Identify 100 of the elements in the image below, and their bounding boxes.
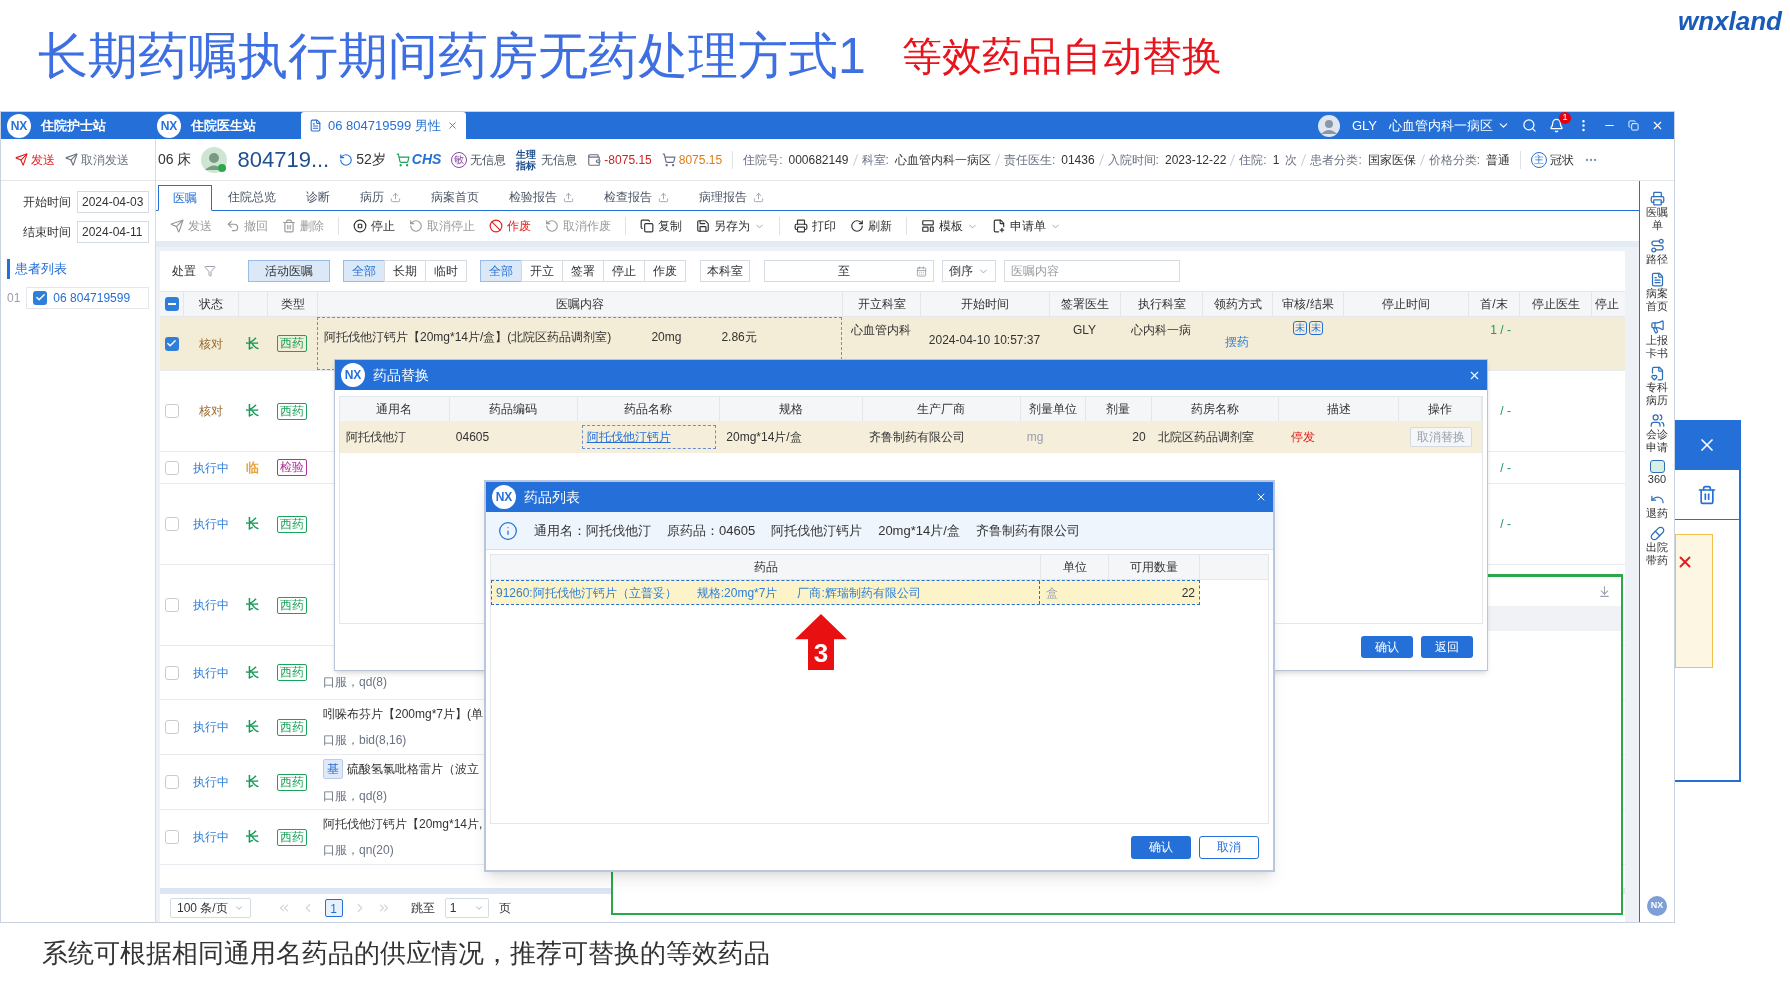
search-icon[interactable] [1522,118,1537,133]
segment-option[interactable]: 签署 [562,260,604,282]
sidebar-button[interactable]: 医嘱单 [1643,191,1671,232]
segment-option[interactable]: 开立 [521,260,563,282]
user-name: GLY [1351,116,1377,135]
term-text: 长 [246,596,259,615]
restore-icon[interactable] [1628,120,1639,131]
export-icon[interactable] [753,191,764,203]
info-label: 患者分类: [1310,151,1362,169]
filter-icon[interactable] [204,265,216,277]
checkbox[interactable] [164,404,179,418]
tab[interactable]: 病历 [346,184,415,210]
info-text: 齐鲁制药有限公司 [975,521,1080,540]
sort-select[interactable]: 倒序 [942,260,996,282]
checkbox[interactable] [164,598,179,612]
toolbar-button[interactable]: 模板 [921,217,978,235]
segment-option[interactable]: 临时 [425,260,467,282]
patient-age: 52岁 [356,150,386,169]
type-tag: 西药 [277,335,307,352]
tab[interactable]: 住院总览 [214,184,290,210]
export-icon[interactable] [390,191,401,203]
toolbar-button[interactable]: 停止 [353,217,395,235]
app-name[interactable]: 住院护士站 [41,115,106,136]
sidebar-button[interactable]: 出院带药 [1643,526,1671,567]
info-value: 国家医保 [1367,151,1416,169]
table-row[interactable]: 91260:阿托伐他汀钙片（立普妥） 规格:20mg*7片 厂商:辉瑞制药有限公司 盒 22 [491,580,1200,605]
export-icon[interactable] [658,191,669,203]
table-cell-text: mg [1026,429,1044,446]
toolbar-button[interactable]: 打印 [794,217,836,235]
close-icon[interactable] [1255,491,1267,503]
dialog-button[interactable]: 确认 [1131,835,1191,859]
date-range-field[interactable]: 至 [764,260,934,282]
send-action[interactable]: 取消发送 [65,150,129,169]
checkbox[interactable] [164,720,179,734]
segment-option[interactable]: 全部 [480,260,522,282]
checkbox[interactable] [164,517,179,531]
bell-icon[interactable] [1549,118,1564,133]
pill-icon [1649,526,1665,541]
toolbar-button[interactable]: 刷新 [850,217,892,235]
date-field[interactable]: 2024-04-03 [77,191,149,213]
table-row[interactable]: 阿托伐他汀 04605 阿托伐他汀钙片 20mg*14片/盒 齐鲁制药有限公司 mg 20 北院区药品调剂室 停发 取消替换 [340,421,1482,453]
checkbox[interactable] [33,290,48,305]
toolbar-button[interactable]: 申请单 [992,217,1061,235]
checkbox[interactable] [164,775,179,789]
calendar-icon[interactable] [916,265,927,277]
column-header: 停止医生 [1531,296,1580,313]
sidebar-button[interactable]: 360 [1643,460,1671,486]
sidebar-button[interactable]: 病案首页 [1643,272,1671,313]
app-name[interactable]: 住院医生站 [191,115,256,136]
close-icon[interactable] [446,120,458,131]
column-header: 停止时间 [1382,296,1430,313]
toolbar-button[interactable]: 作废 [489,217,531,235]
drug-name-link[interactable]: 阿托伐他汀钙片 [581,425,717,449]
column-header: 生产厂商 [917,401,966,418]
close-icon[interactable] [1651,119,1664,132]
checkbox[interactable] [164,830,179,844]
tab[interactable]: 病案首页 [417,184,493,210]
tab[interactable]: 医嘱 [158,185,212,211]
dialog-button[interactable]: 取消 [1199,835,1259,859]
date-field[interactable]: 2024-04-11 [77,221,149,243]
sidebar-button[interactable]: 上报卡书 [1643,319,1671,360]
dialog-button[interactable]: 返回 [1421,636,1473,658]
order-text: 吲哚布芬片【200mg*7片】(单 [323,706,484,723]
filter-button[interactable]: 活动医嘱 [248,260,330,282]
dialog-button[interactable]: 确认 [1361,636,1413,658]
segment-option[interactable]: 停止 [603,260,645,282]
tab[interactable]: 检验报告 [495,184,588,210]
toolbar-button[interactable]: 另存为 [696,217,765,235]
page-button[interactable]: 1 [324,899,343,917]
patient-tab[interactable]: 06 804719599 男性 [301,112,466,139]
review-tag: 未 [1308,321,1323,335]
department-select[interactable]: 心血管内科一病区 [1389,115,1510,136]
page-jump-select[interactable]: 1 [444,898,489,918]
patient-list-item[interactable]: 06 804719599 [26,286,149,309]
checkbox[interactable] [164,460,179,475]
search-field[interactable]: 医嘱内容 [1004,260,1180,282]
segment-option[interactable]: 作废 [644,260,686,282]
sidebar-button[interactable]: 专科病历 [1643,366,1671,407]
segment-option[interactable]: 全部 [343,260,385,282]
select-all-checkbox[interactable] [164,297,179,311]
page-size-select[interactable]: 100 条/页 [170,898,251,918]
department-button[interactable]: 本科室 [700,260,750,282]
checkbox[interactable] [164,665,179,680]
document-icon [1649,272,1665,287]
download-icon[interactable] [1598,585,1611,598]
tab[interactable]: 病理报告 [685,184,778,210]
segment-option[interactable]: 长期 [384,260,426,282]
checkbox[interactable] [164,336,179,351]
sidebar-button[interactable]: 会诊申请 [1643,413,1671,454]
export-icon[interactable] [563,191,574,203]
table-cell-text: 北院区药品调剂室 [1157,429,1254,446]
tab[interactable]: 检查报告 [590,184,683,210]
toolbar-button[interactable]: 复制 [640,217,682,235]
column-header: 领药方式 [1213,296,1262,313]
tab[interactable]: 诊断 [292,184,344,210]
basic-drug-badge: 基 [323,759,343,779]
sidebar-button[interactable]: 路径 [1643,238,1671,266]
send-action[interactable]: 发送 [15,150,55,169]
sidebar-button[interactable]: 退药 [1643,492,1671,520]
trash-icon[interactable] [1697,484,1717,505]
